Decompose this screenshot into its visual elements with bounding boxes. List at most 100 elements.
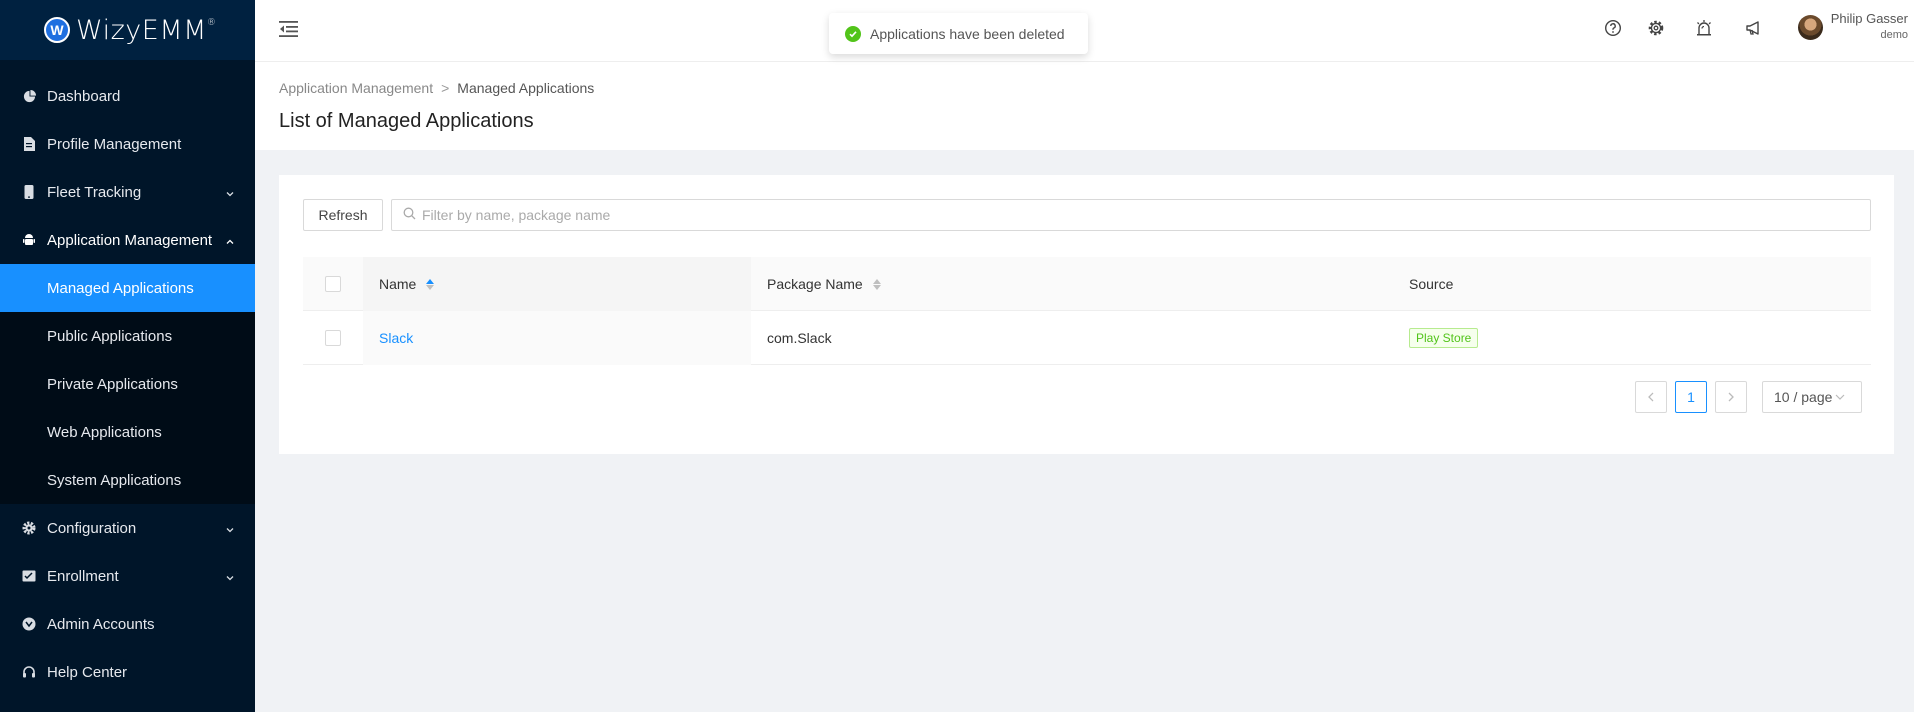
brand-badge: W: [44, 17, 70, 43]
enrollment-icon: [22, 569, 36, 583]
search-box[interactable]: [391, 199, 1871, 231]
sidebar-item-label: Public Applications: [47, 327, 173, 345]
pagination: 1 10 / page: [279, 381, 1894, 413]
sidebar-item-fleet-tracking[interactable]: Fleet Tracking: [0, 168, 255, 216]
package-name: com.Slack: [767, 330, 832, 346]
user-info: Philip Gasser demo: [1831, 10, 1908, 44]
breadcrumb-separator: >: [441, 80, 450, 96]
headset-icon: [22, 665, 36, 679]
sidebar-item-application-management[interactable]: Application Management: [0, 216, 255, 264]
breadcrumb: Application Management > Managed Applicati…: [279, 80, 594, 96]
prev-page-button[interactable]: [1635, 381, 1667, 413]
sidebar-item-label: Private Applications: [47, 375, 178, 393]
column-header-label: Package Name: [767, 276, 863, 292]
column-header-label: Name: [379, 276, 417, 292]
sidebar-item-label: Admin Accounts: [47, 615, 155, 633]
sidebar-item-web-applications[interactable]: Web Applications: [0, 408, 255, 456]
sidebar-item-label: Dashboard: [47, 87, 121, 105]
application-management-submenu: Managed Applications Public Applications…: [0, 264, 255, 504]
next-page-button[interactable]: [1715, 381, 1747, 413]
success-toast: Applications have been deleted: [829, 13, 1088, 54]
sidebar-item-private-applications[interactable]: Private Applications: [0, 360, 255, 408]
menu-collapse-icon[interactable]: [279, 20, 298, 41]
mobile-icon: [22, 185, 36, 199]
sidebar-item-label: Web Applications: [47, 423, 162, 441]
page-header: Application Management > Managed Applicati…: [255, 62, 1914, 150]
sidebar-item-label: Profile Management: [47, 135, 182, 153]
chevron-down-icon: [225, 570, 235, 587]
brand-name-text: WizyEMM: [76, 14, 207, 46]
column-header-label: Source: [1409, 276, 1454, 292]
sidebar-menu: Dashboard Profile Management Fleet Track…: [0, 60, 255, 696]
column-header-name[interactable]: Name: [363, 257, 751, 311]
package-name-cell: com.Slack: [751, 311, 1391, 365]
sidebar-item-label: Application Management: [47, 231, 213, 249]
chevron-up-icon: [225, 234, 235, 251]
refresh-button[interactable]: Refresh: [303, 199, 383, 231]
help-icon[interactable]: [1604, 19, 1624, 39]
check-circle-icon: [845, 25, 861, 42]
user-name: Philip Gasser: [1830, 11, 1908, 26]
sidebar-item-help-center[interactable]: Help Center: [0, 648, 255, 696]
row-checkbox[interactable]: [325, 330, 341, 346]
sidebar-item-public-applications[interactable]: Public Applications: [0, 312, 255, 360]
breadcrumb-current: Managed Applications: [457, 80, 595, 96]
search-input[interactable]: [422, 207, 1822, 223]
sidebar-item-label: Enrollment: [47, 567, 119, 585]
sidebar-item-label: System Applications: [47, 471, 182, 489]
user-role: demo: [1880, 29, 1908, 41]
select-all-cell: [303, 257, 363, 311]
app-name-cell: Slack: [363, 311, 751, 365]
admin-icon: [22, 617, 36, 631]
sidebar-item-label: Configuration: [47, 519, 137, 537]
sidebar-item-configuration[interactable]: Configuration: [0, 504, 255, 552]
sidebar-item-label: Managed Applications: [47, 279, 194, 297]
settings-icon[interactable]: [1647, 19, 1667, 39]
table-row: Slack com.Slack Play Store: [303, 311, 1871, 365]
sidebar-item-label: Help Center: [47, 663, 128, 681]
page-number-button[interactable]: 1: [1675, 381, 1707, 413]
sidebar: W WizyEMM® Dashboard Profile Management …: [0, 0, 255, 712]
toast-message: Applications have been deleted: [870, 25, 1065, 42]
source-cell: Play Store: [1391, 311, 1871, 365]
sidebar-item-system-applications[interactable]: System Applications: [0, 456, 255, 504]
sort-icon[interactable]: [872, 278, 881, 290]
sidebar-item-admin-accounts[interactable]: Admin Accounts: [0, 600, 255, 648]
breadcrumb-parent[interactable]: Application Management: [279, 80, 433, 96]
select-all-checkbox[interactable]: [325, 276, 341, 292]
page-size-select[interactable]: 10 / page: [1762, 381, 1862, 413]
chevron-down-icon: [225, 186, 235, 203]
chevron-left-icon: [1648, 392, 1654, 402]
sort-icon[interactable]: [426, 278, 435, 290]
sidebar-item-enrollment[interactable]: Enrollment: [0, 552, 255, 600]
app-name-link[interactable]: Slack: [379, 330, 413, 346]
content-card: Refresh Name Package Name: [279, 175, 1894, 454]
brand-name: WizyEMM®: [76, 15, 216, 46]
chevron-right-icon: [1728, 392, 1734, 402]
alarm-icon[interactable]: [1695, 19, 1715, 39]
android-icon: [22, 233, 36, 247]
column-header-source: Source: [1391, 257, 1871, 311]
dashboard-icon: [22, 89, 36, 103]
applications-table: Name Package Name Source Slack com.Slack…: [303, 257, 1871, 365]
table-header: Name Package Name Source: [303, 257, 1871, 311]
user-menu[interactable]: Philip Gasser demo: [1797, 10, 1908, 44]
search-icon: [403, 207, 416, 223]
sidebar-item-dashboard[interactable]: Dashboard: [0, 72, 255, 120]
source-tag: Play Store: [1409, 328, 1479, 348]
page-size-value: 10 / page: [1774, 389, 1833, 405]
chevron-down-icon: [225, 522, 235, 539]
sidebar-item-label: Fleet Tracking: [47, 183, 142, 201]
page-title: List of Managed Applications: [279, 110, 534, 132]
avatar: [1797, 14, 1823, 40]
file-icon: [22, 137, 36, 151]
gear-icon: [22, 521, 36, 535]
sidebar-item-profile-management[interactable]: Profile Management: [0, 120, 255, 168]
brand-logo[interactable]: W WizyEMM®: [0, 0, 255, 60]
column-header-package-name[interactable]: Package Name: [751, 257, 1391, 311]
row-select-cell: [303, 311, 363, 365]
sidebar-item-managed-applications[interactable]: Managed Applications: [0, 264, 255, 312]
brand-registered-mark: ®: [206, 17, 217, 28]
chevron-down-icon: [1835, 394, 1845, 400]
announcement-icon[interactable]: [1745, 19, 1765, 39]
